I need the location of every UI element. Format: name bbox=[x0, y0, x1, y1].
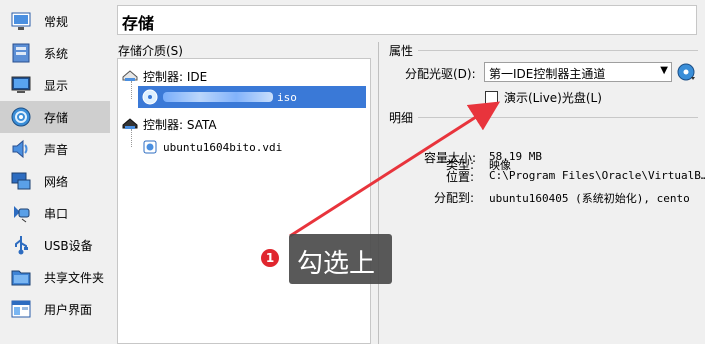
optical-drive-value: 第一IDE控制器主通道 bbox=[489, 67, 606, 81]
system-icon bbox=[12, 43, 30, 63]
detail-attached-label: 分配到: bbox=[434, 191, 475, 205]
hard-disk-icon bbox=[143, 140, 157, 154]
chevron-down-icon: ▼ bbox=[660, 65, 668, 76]
sidebar-item-general[interactable]: 常规 bbox=[0, 5, 110, 37]
pane-divider bbox=[378, 42, 379, 344]
page-header: 存储 bbox=[117, 5, 697, 35]
device-iso-label: iso bbox=[277, 90, 297, 104]
section-divider bbox=[418, 50, 698, 51]
controller-icon bbox=[122, 118, 138, 129]
serial-port-icon bbox=[14, 206, 30, 223]
sidebar-item-label: 用户界面 bbox=[44, 303, 93, 317]
sidebar-item-network[interactable]: 网络 bbox=[0, 165, 110, 197]
controller-sata[interactable]: 控制器: SATA bbox=[122, 113, 362, 135]
sidebar-item-label: 存储 bbox=[44, 111, 69, 125]
controller-ide[interactable]: 控制器: IDE bbox=[122, 65, 362, 87]
sidebar-item-label: 共享文件夹 bbox=[44, 271, 105, 285]
general-icon bbox=[11, 12, 31, 30]
settings-sidebar: 常规 系统 显示 存储 声音 网络 串口 USB设备 共享文件夹 用户界面 bbox=[0, 0, 110, 344]
sidebar-item-serial-port[interactable]: 串口 bbox=[0, 197, 110, 229]
page-title: 存储 bbox=[122, 14, 155, 33]
live-cd-label[interactable]: 演示(Live)光盘(L) bbox=[504, 89, 602, 106]
sidebar-item-label: USB设备 bbox=[44, 239, 93, 253]
sidebar-item-shared-folders[interactable]: 共享文件夹 bbox=[0, 261, 110, 293]
controller-sata-label: 控制器: SATA bbox=[143, 117, 217, 132]
usb-icon bbox=[15, 236, 28, 255]
detail-attached-value: ubuntu160405 (系统初始化), cento bbox=[489, 192, 690, 205]
annotation-callout: 勾选上 bbox=[289, 234, 392, 284]
storage-tree-caption: 存储介质(S) bbox=[118, 44, 183, 58]
detail-location-label: 位置: bbox=[446, 170, 475, 184]
redacted-filename bbox=[163, 92, 273, 102]
callout-text: 勾选上 bbox=[297, 249, 376, 279]
choose-disk-button[interactable] bbox=[676, 62, 696, 82]
controller-ide-label: 控制器: IDE bbox=[143, 69, 208, 84]
sidebar-item-label: 系统 bbox=[44, 47, 69, 61]
sidebar-item-audio[interactable]: 声音 bbox=[0, 133, 110, 165]
sidebar-item-label: 常规 bbox=[44, 15, 69, 29]
detail-size-value: 58.19 MB bbox=[489, 150, 542, 163]
detail-size-label: 容量大小: bbox=[424, 151, 477, 165]
attributes-section-title: 属性 bbox=[389, 44, 414, 58]
sidebar-item-usb[interactable]: USB设备 bbox=[0, 229, 110, 261]
storage-tree[interactable]: 控制器: IDE iso 控制器: SATA ubuntu1604bito.vd… bbox=[117, 58, 371, 344]
display-icon bbox=[11, 76, 31, 93]
audio-icon bbox=[12, 139, 28, 159]
device-vdi[interactable]: ubuntu1604bito.vdi bbox=[142, 136, 342, 158]
optical-disc-icon bbox=[142, 89, 158, 105]
step-badge: 1 bbox=[259, 247, 281, 269]
optical-drive-select[interactable]: 第一IDE控制器主通道 ▼ bbox=[484, 62, 672, 82]
sidebar-item-label: 网络 bbox=[44, 175, 69, 189]
network-icon bbox=[11, 172, 31, 190]
sidebar-item-label: 显示 bbox=[44, 79, 69, 93]
optical-drive-label: 分配光驱(D): bbox=[405, 67, 476, 81]
sidebar-item-label: 串口 bbox=[44, 207, 69, 221]
sidebar-item-storage[interactable]: 存储 bbox=[0, 101, 110, 133]
storage-icon bbox=[11, 107, 31, 127]
user-interface-icon bbox=[11, 300, 31, 318]
live-cd-checkbox[interactable] bbox=[485, 91, 498, 104]
sidebar-item-label: 声音 bbox=[44, 143, 69, 157]
controller-icon bbox=[122, 70, 138, 81]
sidebar-item-user-interface[interactable]: 用户界面 bbox=[0, 293, 110, 325]
device-vdi-label: ubuntu1604bito.vdi bbox=[163, 140, 283, 154]
section-divider bbox=[418, 117, 698, 118]
details-section-title: 明细 bbox=[389, 111, 414, 125]
sidebar-item-system[interactable]: 系统 bbox=[0, 37, 110, 69]
detail-location-value: C:\Program Files\Oracle\VirtualB… bbox=[489, 169, 705, 182]
sidebar-item-display[interactable]: 显示 bbox=[0, 69, 110, 101]
device-iso[interactable]: iso bbox=[138, 86, 366, 108]
shared-folder-icon bbox=[11, 270, 31, 286]
